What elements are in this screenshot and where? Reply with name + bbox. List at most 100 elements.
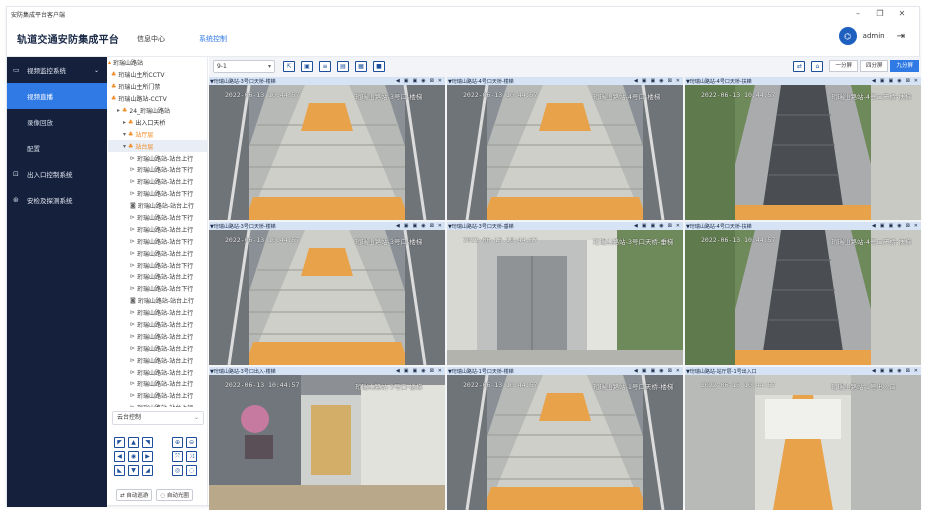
- ptz-right-button[interactable]: ▶: [142, 451, 153, 462]
- snapshot-icon[interactable]: ▣: [642, 223, 647, 229]
- close-icon[interactable]: ✕: [438, 78, 442, 84]
- ptz-zoom-out-button[interactable]: ⊖: [186, 437, 197, 448]
- auto-iris-button[interactable]: ◌ 自动光圈: [156, 489, 193, 501]
- record-icon[interactable]: ▣: [412, 368, 417, 374]
- fullscreen-icon[interactable]: ⊠: [668, 223, 672, 229]
- record-icon[interactable]: ▣: [888, 223, 893, 229]
- tree-node[interactable]: ⊳珩瑞山路站-站台上行: [108, 152, 207, 164]
- fullscreen-icon[interactable]: ⊠: [430, 368, 434, 374]
- record-icon[interactable]: ▣: [888, 368, 893, 374]
- tree-node[interactable]: ⊳珩瑞山路站-站台上行: [108, 307, 207, 319]
- tree-node[interactable]: ⊳珩瑞山路站-站台上行: [108, 223, 207, 235]
- expand-icon[interactable]: ▾: [123, 143, 126, 150]
- audio-icon[interactable]: ◀: [634, 223, 638, 229]
- ptz-focus-far-button[interactable]: ⤨: [186, 451, 197, 462]
- tree-node[interactable]: ▾ ♣ 站厅层: [108, 128, 207, 140]
- snapshot-icon[interactable]: ▣: [404, 223, 409, 229]
- tree-node[interactable]: ▸ ♣ 24_珩瑞山路站: [108, 105, 207, 117]
- expand-icon[interactable]: ▾: [123, 131, 126, 138]
- close-button[interactable]: ✕: [891, 7, 913, 21]
- close-icon[interactable]: ✕: [914, 223, 918, 229]
- ptz-center-button[interactable]: ◉: [128, 451, 139, 462]
- ptz-zoom-in-button[interactable]: ⊕: [172, 437, 183, 448]
- record-icon[interactable]: ▣: [650, 368, 655, 374]
- nav-info-center[interactable]: 信息中心: [137, 34, 165, 44]
- record-icon[interactable]: ▤: [337, 60, 349, 72]
- fullscreen-icon[interactable]: ⊠: [668, 78, 672, 84]
- tree-node[interactable]: ⊳珩瑞山路站-站台上行: [108, 390, 207, 402]
- fullscreen-icon[interactable]: ⊠: [430, 78, 434, 84]
- stream-select[interactable]: 9-1 ▾: [213, 59, 275, 73]
- nav-item-live[interactable]: 视频直播: [7, 83, 107, 109]
- audio-icon[interactable]: ◀: [396, 78, 400, 84]
- ptz-down-left-button[interactable]: ◣: [114, 465, 125, 476]
- snapshot-icon[interactable]: ▣: [880, 368, 885, 374]
- record-icon[interactable]: ▣: [650, 223, 655, 229]
- capture-icon[interactable]: ◉: [659, 78, 663, 84]
- close-icon[interactable]: ✕: [438, 368, 442, 374]
- tree-node[interactable]: ♣ 珩瑞山路站-CCTV: [108, 93, 207, 105]
- tree-node[interactable]: ⊳ 珩瑞山路站-站台下行: [108, 164, 207, 176]
- record-icon[interactable]: ▣: [650, 78, 655, 84]
- split-4-button[interactable]: 四分屏: [859, 60, 889, 72]
- ptz-up-left-button[interactable]: ◤: [114, 437, 125, 448]
- snapshot-icon[interactable]: ▣: [301, 60, 313, 72]
- snapshot-icon[interactable]: ▣: [404, 78, 409, 84]
- audio-icon[interactable]: ◀: [872, 223, 876, 229]
- record-icon[interactable]: ▣: [888, 78, 893, 84]
- record-icon[interactable]: ▣: [412, 223, 417, 229]
- audio-icon[interactable]: ◀: [872, 78, 876, 84]
- tree-node[interactable]: ⊳ 珩瑞山路站-站台下行: [108, 235, 207, 247]
- tree-node[interactable]: ⊳珩瑞山路站-站台上行: [108, 342, 207, 354]
- fullscreen-icon[interactable]: ⊠: [906, 78, 910, 84]
- audio-icon[interactable]: ◀: [634, 78, 638, 84]
- ptz-up-button[interactable]: ▲: [128, 437, 139, 448]
- logout-icon[interactable]: ⇥: [897, 31, 905, 42]
- close-icon[interactable]: ✕: [914, 368, 918, 374]
- ptz-left-button[interactable]: ◀: [114, 451, 125, 462]
- capture-icon[interactable]: ◉: [897, 223, 901, 229]
- split-9-button[interactable]: 九分屏: [890, 60, 919, 72]
- video-cell[interactable]: ▼珩瑞山路站-3号口天桥-楼梯 ◀ ▣ ▣ ◉ ⊠ ✕ 2022-06-13 10:44:57…: [209, 77, 445, 220]
- minimize-button[interactable]: –: [847, 7, 869, 21]
- tree-node[interactable]: ⊳珩瑞山路站-站台上行: [108, 330, 207, 342]
- ptz-focus-near-button[interactable]: ⤧: [172, 451, 183, 462]
- tree-node[interactable]: ▸ ♣ 出入口天桥: [108, 116, 207, 128]
- video-cell[interactable]: ▼珩瑞山路站-站厅层-1号出入口 ◀ ▣ ▣ ◉ ⊠ ✕ 2022-06-13 10:44:5…: [685, 367, 921, 510]
- ptz-iris-open-button[interactable]: ◎: [172, 465, 183, 476]
- close-icon[interactable]: ✕: [676, 78, 680, 84]
- tree-node[interactable]: ▴ 珩瑞山路站: [108, 57, 207, 69]
- tree-node[interactable]: ⊳珩瑞山路站-站台上行: [108, 378, 207, 390]
- nav-group-access[interactable]: ⊡ 出入口控制系统: [7, 161, 107, 187]
- close-icon[interactable]: ✕: [438, 223, 442, 229]
- nav-item-playback[interactable]: 录像回放: [7, 109, 107, 135]
- capture-icon[interactable]: ◉: [897, 78, 901, 84]
- popout-icon[interactable]: ⇱: [283, 60, 295, 72]
- capture-icon[interactable]: ◉: [897, 368, 901, 374]
- audio-icon[interactable]: ◀: [634, 368, 638, 374]
- fullscreen-icon[interactable]: ⊠: [906, 223, 910, 229]
- snapshot-icon[interactable]: ▣: [880, 78, 885, 84]
- capture-icon[interactable]: ◉: [421, 78, 425, 84]
- ptz-iris-close-button[interactable]: ◌: [186, 465, 197, 476]
- tree-node[interactable]: ♣ 珩瑞山主所CCTV: [108, 69, 207, 81]
- video-cell[interactable]: ▼珩瑞山路站-4号口天桥-楼梯 ◀ ▣ ▣ ◉ ⊠ ✕ 2022-06-13 10:44:57…: [447, 77, 683, 220]
- close-icon[interactable]: ✕: [676, 223, 680, 229]
- capture-icon[interactable]: ◉: [421, 223, 425, 229]
- capture-icon[interactable]: ◉: [659, 223, 663, 229]
- tree-node[interactable]: ⊳珩瑞山路站-站台上行: [108, 176, 207, 188]
- snapshot-icon[interactable]: ▣: [404, 368, 409, 374]
- audio-icon[interactable]: ◀: [872, 368, 876, 374]
- video-icon[interactable]: ■: [373, 60, 385, 72]
- swap-icon[interactable]: ⇄: [793, 60, 806, 72]
- fullscreen-icon[interactable]: ⊠: [430, 223, 434, 229]
- video-cell[interactable]: ▼珩瑞山路站-3号口天桥-楼梯 ◀ ▣ ▣ ◉ ⊠ ✕ 2022-06-13 10:44:57…: [209, 222, 445, 365]
- tree-node[interactable]: ⊳ 珩瑞山路站-站台下行: [108, 283, 207, 295]
- tree-node[interactable]: ⊳ 珩瑞山路站-站台下行: [108, 212, 207, 224]
- video-cell[interactable]: ▼珩瑞山路站-4号口天桥-扶梯 ◀ ▣ ▣ ◉ ⊠ ✕ 2022-06-13 10:44:57…: [685, 222, 921, 365]
- snapshot-icon[interactable]: ▣: [642, 368, 647, 374]
- fullscreen-icon[interactable]: ⊠: [906, 368, 910, 374]
- tree-node[interactable]: ⊳珩瑞山路站-站台上行: [108, 271, 207, 283]
- close-icon[interactable]: ✕: [914, 78, 918, 84]
- tree-node[interactable]: ⊳ 珩瑞山路站-站台下行: [108, 259, 207, 271]
